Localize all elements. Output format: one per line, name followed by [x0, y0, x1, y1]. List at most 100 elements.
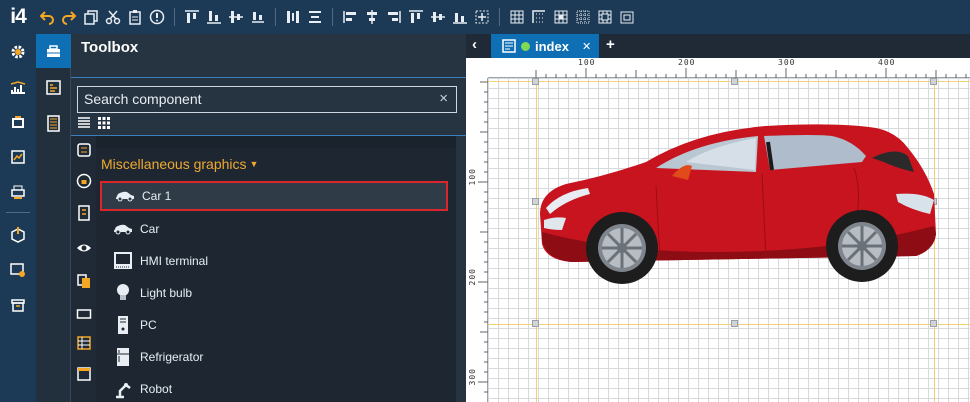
list-item-pc[interactable]: PC	[100, 310, 448, 340]
resize-handle[interactable]	[731, 78, 738, 85]
refrigerator-icon	[112, 347, 134, 367]
archive-icon[interactable]	[0, 290, 36, 320]
align-left-icon[interactable]	[307, 9, 323, 25]
snap-grid-icon[interactable]	[531, 9, 547, 25]
ruler-label: 100	[578, 58, 596, 67]
grid-icon[interactable]	[474, 9, 490, 25]
frame-icon[interactable]	[597, 9, 613, 25]
ruler-corner	[466, 58, 488, 78]
align-right-icon[interactable]	[364, 9, 380, 25]
editor-area: ‹ index ✕ + 100 200 300 400 100 200 300	[466, 34, 970, 402]
align-bottom-icon[interactable]	[206, 9, 222, 25]
center-icon[interactable]	[452, 9, 468, 25]
document-list-icon[interactable]	[36, 106, 71, 140]
toolbox-title: Toolbox	[81, 39, 139, 56]
rectangle-icon[interactable]	[76, 306, 92, 322]
corner-icon[interactable]	[509, 9, 525, 25]
settings-gear-icon[interactable]	[0, 37, 36, 67]
info-icon[interactable]	[149, 9, 165, 25]
pc-icon	[112, 315, 134, 335]
list-view-icon[interactable]	[77, 116, 91, 135]
align-top-edge-icon[interactable]	[386, 9, 402, 25]
resize-handle[interactable]	[930, 320, 937, 327]
list-header-bar	[96, 136, 456, 148]
item-label: HMI terminal	[140, 254, 209, 268]
redo-icon[interactable]	[61, 9, 77, 25]
design-canvas[interactable]	[488, 78, 970, 402]
car-icon	[112, 219, 134, 239]
resize-handle[interactable]	[532, 78, 539, 85]
align-middle-icon[interactable]	[228, 9, 244, 25]
grid-view-icon[interactable]	[97, 116, 111, 135]
vertical-ruler: 100 200 300	[466, 78, 488, 402]
item-label: Car	[140, 222, 160, 236]
toolbar-divider	[332, 8, 333, 26]
window-icon[interactable]	[76, 366, 92, 382]
align-bottom-edge-icon[interactable]	[430, 9, 446, 25]
car-graphic[interactable]	[536, 122, 936, 286]
frame-select-icon[interactable]	[619, 9, 635, 25]
item-label: Robot	[140, 382, 173, 396]
list-item-hmi-terminal[interactable]: HMI terminal	[100, 246, 448, 276]
add-tab-icon[interactable]: +	[606, 36, 615, 53]
component-list: Miscellaneous graphics ▼ Car 1 Car HMI te…	[96, 136, 456, 402]
monitor-settings-icon[interactable]	[0, 255, 36, 285]
item-label: Light bulb	[140, 286, 193, 300]
copy-icon[interactable]	[83, 9, 99, 25]
distribute-horizontal-icon[interactable]	[250, 9, 266, 25]
robot-icon	[112, 379, 134, 399]
list-item-robot[interactable]: Robot	[100, 374, 448, 402]
report-icon[interactable]	[0, 142, 36, 172]
toolbar-divider	[174, 8, 175, 26]
printer-icon[interactable]	[0, 177, 36, 207]
list-item-refrigerator[interactable]: Refrigerator	[100, 342, 448, 372]
panel-tabs	[36, 34, 71, 402]
grid-alt-icon[interactable]	[575, 9, 591, 25]
category-dropdown[interactable]: Miscellaneous graphics ▼	[101, 156, 258, 172]
dashboard-chart-icon[interactable]	[0, 72, 36, 102]
ruler-label: 200	[468, 268, 477, 286]
undo-icon[interactable]	[39, 9, 55, 25]
toolbox-icon[interactable]	[36, 34, 71, 68]
tab-index[interactable]: index ✕	[491, 34, 599, 58]
deploy-box-icon[interactable]	[0, 220, 36, 250]
clear-search-icon[interactable]: ×	[439, 90, 448, 107]
eye-icon[interactable]	[76, 240, 92, 256]
ruler-label: 300	[778, 58, 796, 67]
resize-handle[interactable]	[731, 320, 738, 327]
list-item-car[interactable]: Car	[100, 214, 448, 244]
align-top-icon[interactable]	[184, 9, 200, 25]
search-input[interactable]: Search component ×	[77, 86, 457, 113]
rail-divider	[6, 212, 30, 213]
app-window: i4 Toolbox Search component × Miscellane…	[0, 0, 970, 402]
resize-handle[interactable]	[532, 320, 539, 327]
align-center-icon[interactable]	[342, 9, 358, 25]
lock-icon[interactable]	[76, 173, 92, 189]
item-label: PC	[140, 318, 157, 332]
horizontal-ruler: 100 200 300 400	[488, 58, 970, 78]
panel-icon[interactable]	[76, 205, 92, 221]
device-icon[interactable]	[0, 107, 36, 137]
tab-bar: ‹ index ✕ +	[466, 34, 970, 58]
guide-line	[488, 324, 970, 325]
chevron-left-icon[interactable]: ‹	[472, 36, 477, 53]
distribute-vertical-icon[interactable]	[285, 9, 301, 25]
resize-handle[interactable]	[930, 78, 937, 85]
item-label: Car 1	[142, 189, 172, 203]
close-tab-icon[interactable]: ✕	[582, 40, 591, 53]
properties-icon[interactable]	[36, 70, 71, 104]
list-item-car-1[interactable]: Car 1	[100, 181, 448, 211]
table-icon[interactable]	[76, 335, 92, 351]
basic-shapes-icon[interactable]	[76, 142, 92, 158]
grid-dots-icon[interactable]	[553, 9, 569, 25]
cut-icon[interactable]	[105, 9, 121, 25]
top-toolbar: i4	[0, 0, 970, 34]
paste-icon[interactable]	[127, 9, 143, 25]
multi-document-icon[interactable]	[76, 273, 92, 289]
main-nav-rail	[0, 34, 36, 402]
toolbar-divider	[275, 8, 276, 26]
search-placeholder: Search component	[84, 91, 202, 107]
align-vcenter-icon[interactable]	[408, 9, 424, 25]
list-item-light-bulb[interactable]: Light bulb	[100, 278, 448, 308]
guide-line	[488, 81, 970, 82]
